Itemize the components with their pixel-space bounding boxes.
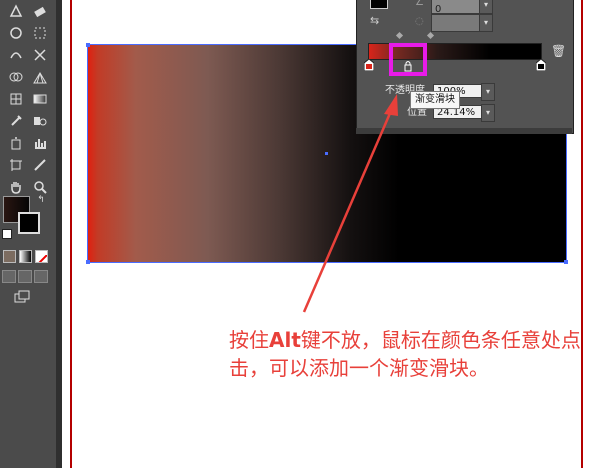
instruction-key: Alt [269, 328, 301, 352]
instruction-text: 按住Alt键不放，鼠标在颜色条任意处点击，可以添加一个渐变滑块。 [229, 326, 584, 382]
instruction-before: 按住 [229, 328, 269, 352]
annotation-arrow [302, 94, 398, 313]
